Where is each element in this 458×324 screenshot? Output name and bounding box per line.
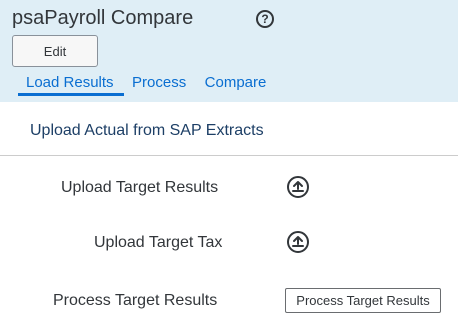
upload-target-results-label: Upload Target Results (61, 179, 219, 196)
section-title: Upload Actual from SAP Extracts (30, 122, 264, 139)
process-target-results-button[interactable]: Process Target Results (285, 288, 441, 313)
payroll-compare-page: psaPayroll Compare ? Edit Load Results P… (0, 0, 458, 324)
tab-load-results[interactable]: Load Results (18, 74, 124, 96)
question-circle-icon[interactable]: ? (256, 10, 274, 28)
edit-button[interactable]: Edit (12, 35, 98, 67)
app-title: psaPayroll Compare (12, 7, 194, 29)
tab-compare[interactable]: Compare (205, 74, 267, 92)
upload-icon[interactable] (287, 176, 309, 198)
upload-target-tax-label: Upload Target Tax (94, 234, 223, 251)
tab-bar: Load Results Process Compare (18, 74, 280, 98)
section-divider (0, 155, 458, 156)
tab-process[interactable]: Process (132, 74, 186, 92)
header-bar: psaPayroll Compare ? Edit Load Results P… (0, 0, 458, 102)
upload-icon[interactable] (287, 231, 309, 253)
process-target-results-label: Process Target Results (53, 292, 218, 309)
